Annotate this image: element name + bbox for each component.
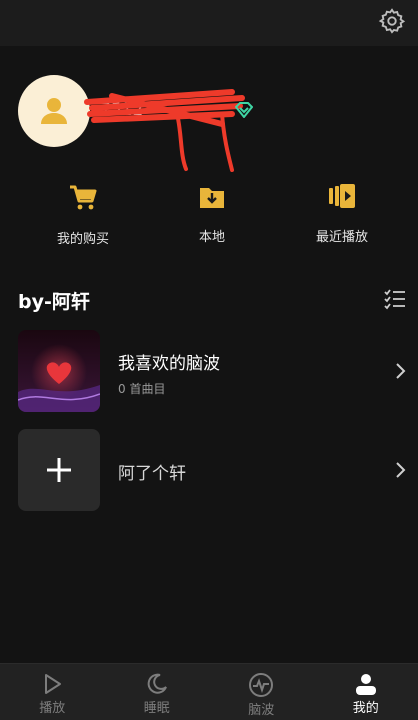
pulse-icon: [249, 673, 274, 697]
quick-action-purchases[interactable]: 我的购买: [23, 182, 143, 247]
user-icon: [41, 98, 67, 124]
chevron-right-icon: [396, 462, 406, 478]
tab-play[interactable]: 播放: [0, 664, 105, 720]
moon-icon: [147, 673, 167, 694]
top-bar: [0, 0, 418, 46]
tab-mine[interactable]: 我的: [314, 664, 418, 720]
section-title: by-阿轩: [18, 291, 90, 313]
quick-action-label: 本地: [198, 230, 225, 245]
playlist-row-liked[interactable]: 我喜欢的脑波 0 首曲目: [0, 330, 418, 412]
tab-label: 播放: [39, 701, 66, 716]
playlist-title: 我喜欢的脑波: [118, 354, 220, 374]
play-icon: [45, 674, 62, 694]
quick-action-recent[interactable]: 最近播放: [282, 182, 402, 245]
playlist-subtitle: 0 首曲目: [118, 382, 166, 396]
quick-action-label: 我的购买: [56, 232, 109, 247]
avatar[interactable]: [18, 75, 90, 147]
add-icon: [18, 429, 100, 511]
person-icon: [355, 674, 376, 695]
vip-diamond-icon[interactable]: [235, 102, 253, 118]
redaction-scribble: [84, 89, 245, 172]
download-box-icon: [200, 188, 224, 208]
tab-label: 脑波: [248, 703, 275, 718]
tab-sleep[interactable]: 睡眠: [105, 664, 210, 720]
tab-brainwave[interactable]: 脑波: [209, 664, 314, 720]
cart-icon: [70, 185, 97, 210]
bottom-tab-bar: 播放 睡眠 脑波 我的: [0, 663, 418, 720]
playlist-row-create[interactable]: 阿了个轩: [0, 429, 418, 511]
quick-action-label: 最近播放: [315, 230, 368, 245]
quick-action-local[interactable]: 本地: [152, 182, 272, 245]
checklist-icon[interactable]: [384, 288, 406, 310]
tab-label: 我的: [352, 701, 379, 716]
gear-icon[interactable]: [378, 7, 406, 35]
tab-label: 睡眠: [143, 701, 170, 716]
playlist-title: 阿了个轩: [118, 464, 186, 484]
chevron-right-icon: [396, 363, 406, 379]
recent-play-icon: [329, 184, 355, 208]
heart-wave-cover: [18, 330, 100, 412]
